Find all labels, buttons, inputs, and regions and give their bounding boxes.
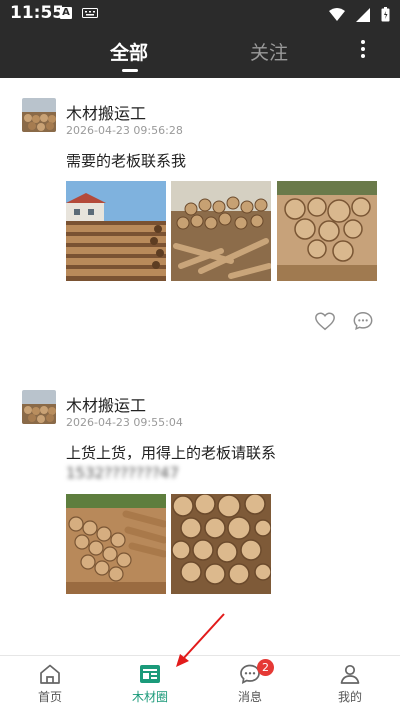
wifi-icon [328, 7, 345, 26]
avatar[interactable] [22, 98, 56, 132]
avatar[interactable] [22, 390, 56, 424]
post-photo[interactable] [277, 181, 377, 281]
status-bar: 11:55 A [0, 0, 400, 28]
nav-messages-label: 消息 [237, 690, 262, 704]
active-tab-indicator [122, 69, 138, 72]
unread-badge: 2 [257, 659, 274, 676]
battery-icon [381, 7, 390, 26]
nav-messages[interactable]: 2 消息 [200, 656, 300, 711]
status-time: 11:55 [10, 3, 65, 23]
keyboard-icon [82, 8, 98, 18]
nav-profile-label: 我的 [337, 690, 362, 704]
nav-timber-circle[interactable]: 木材圈 [100, 656, 200, 711]
notification-a-icon: A [60, 7, 72, 19]
home-icon [40, 664, 60, 684]
nav-timber-circle-label: 木材圈 [131, 690, 168, 704]
signal-icon [355, 7, 370, 26]
post-photo[interactable] [66, 494, 166, 594]
timber-circle-icon [140, 665, 160, 683]
nav-profile[interactable]: 我的 [300, 656, 400, 711]
like-icon[interactable] [314, 310, 336, 332]
post-text: 需要的老板联系我 [66, 152, 187, 170]
post-photo[interactable] [171, 494, 271, 594]
post-photo[interactable] [66, 181, 166, 281]
post-username[interactable]: 木材搬运工 [66, 392, 146, 416]
post-time: 2026-04-23 09:56:28 [66, 124, 183, 137]
tab-follow[interactable]: 关注 [250, 38, 288, 65]
nav-home-label: 首页 [37, 690, 62, 704]
nav-home[interactable]: 首页 [0, 656, 100, 711]
top-tab-bar: 全部 关注 [0, 28, 400, 78]
feed[interactable]: 木材搬运工 2026-04-23 09:56:28 需要的老板联系我 木材搬运工… [0, 78, 400, 655]
post-text: 上货上货，用得上的老板请联系 [66, 444, 277, 462]
post-time: 2026-04-23 09:55:04 [66, 416, 183, 429]
post-username[interactable]: 木材搬运工 [66, 100, 146, 124]
post-phone-number: 1532???????47 [66, 464, 179, 482]
bottom-nav: 首页 木材圈 2 消息 我的 [0, 655, 400, 711]
tab-all[interactable]: 全部 [110, 38, 148, 65]
post-photo[interactable] [171, 181, 271, 281]
more-options-icon[interactable] [355, 40, 371, 64]
comment-icon[interactable] [352, 310, 374, 332]
profile-icon [340, 664, 360, 684]
